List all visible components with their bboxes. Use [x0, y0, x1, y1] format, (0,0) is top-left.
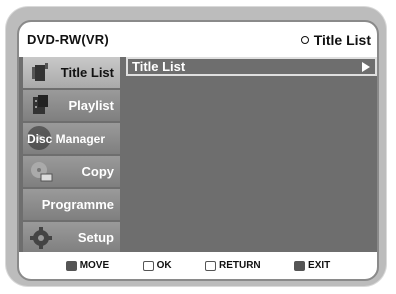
current-menu-label: Title List	[313, 31, 371, 48]
sidebar-item-label: Copy	[81, 164, 115, 179]
footer-move: MOVE	[65, 260, 110, 271]
exit-label: EXIT	[308, 260, 331, 271]
film-icon	[32, 63, 48, 81]
play-arrow-icon	[362, 61, 370, 72]
current-menu-title: Title List	[300, 31, 371, 48]
ok-label: OK	[156, 260, 172, 271]
sidebar-item-title-list[interactable]: Title List	[23, 57, 120, 88]
footer-exit: EXIT	[294, 260, 330, 271]
content-panel: Title List	[122, 57, 377, 253]
circle-icon	[300, 35, 309, 44]
ok-key-icon	[142, 260, 154, 271]
copy-icon	[31, 162, 53, 182]
sidebar-item-copy[interactable]: Copy	[23, 156, 120, 187]
header-bar: DVD-RW(VR) Title List	[19, 22, 377, 57]
sidebar-item-disc-manager[interactable]: Disc Manager	[23, 123, 120, 154]
footer-ok: OK	[142, 260, 172, 271]
return-label: RETURN	[218, 260, 261, 271]
footer-return: RETURN	[204, 260, 261, 271]
return-key-icon	[204, 260, 216, 271]
disc-type-label: DVD-RW(VR)	[27, 32, 109, 47]
sidebar-item-setup[interactable]: Setup	[23, 222, 120, 253]
move-key-icon	[65, 260, 77, 271]
sidebar-item-label: Title List	[60, 65, 114, 80]
gear-icon	[30, 227, 52, 249]
dvd-menu-screen: DVD-RW(VR) Title List Title List Playlis…	[17, 20, 379, 281]
list-item-label: Title List	[132, 59, 186, 74]
sidebar-item-label: Playlist	[68, 98, 114, 113]
list-item[interactable]: Title List	[126, 57, 377, 76]
move-label: MOVE	[79, 260, 110, 271]
exit-key-icon	[294, 260, 306, 271]
sidebar-item-label: Disc Manager	[27, 131, 106, 146]
sidebar: Title List Playlist Disc Manager Copy Pr…	[23, 57, 120, 253]
footer-legend: MOVE OK RETURN EXIT	[19, 252, 377, 279]
sidebar-item-label: Programme	[41, 197, 114, 212]
film-strip-icon	[33, 95, 48, 114]
sidebar-item-programme[interactable]: Programme	[23, 189, 120, 220]
sidebar-item-label: Setup	[77, 230, 114, 245]
sidebar-item-playlist[interactable]: Playlist	[23, 90, 120, 121]
